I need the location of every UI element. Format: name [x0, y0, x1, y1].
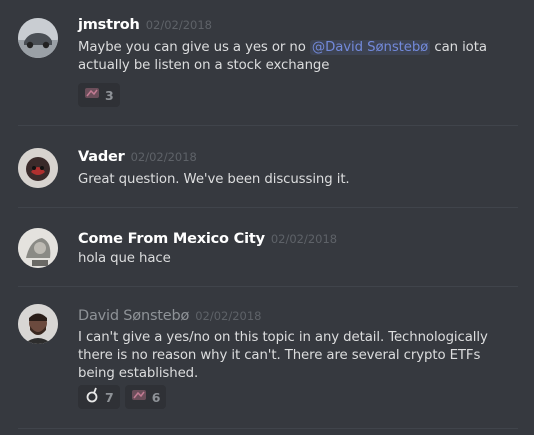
avatar[interactable] [18, 304, 58, 344]
custom-emoji-icon [84, 387, 100, 407]
message-divider [18, 125, 518, 126]
message-content: hola que hace [78, 251, 171, 266]
timestamp: 02/02/2018 [195, 309, 262, 323]
message-content: I can't give a yes/no on this topic in a… [78, 330, 488, 381]
message-content: Great question. We've been discussing it… [78, 172, 350, 187]
reaction-count: 3 [105, 87, 114, 103]
avatar[interactable] [18, 18, 58, 58]
reactions: 7 6 [78, 385, 167, 409]
message-text: Maybe you can give us a yes or no [78, 40, 310, 55]
username[interactable]: jmstroh [78, 17, 140, 33]
username[interactable]: David Sønstebø [78, 308, 189, 324]
reaction-count: 6 [151, 389, 161, 405]
reaction-button[interactable]: 6 [124, 385, 167, 409]
username[interactable]: Come From Mexico City [78, 231, 265, 247]
avatar[interactable] [18, 228, 58, 268]
reactions: 3 [78, 83, 120, 107]
reaction-button[interactable]: 3 [78, 83, 120, 107]
avatar[interactable] [18, 148, 58, 188]
message-divider [18, 286, 518, 287]
message-divider [18, 207, 518, 208]
message-divider [18, 428, 518, 429]
timestamp: 02/02/2018 [130, 150, 197, 164]
timestamp: 02/02/2018 [270, 232, 338, 246]
username[interactable]: Vader [78, 149, 125, 165]
custom-emoji-icon [131, 387, 147, 407]
reaction-count: 7 [105, 389, 114, 405]
user-mention[interactable]: @David Sønstebø [309, 40, 431, 55]
timestamp: 02/02/2018 [145, 18, 212, 32]
reaction-button[interactable]: 7 [78, 385, 120, 409]
custom-emoji-icon [84, 85, 100, 105]
message-content: Maybe you can give us a yes or no @David… [78, 39, 518, 75]
